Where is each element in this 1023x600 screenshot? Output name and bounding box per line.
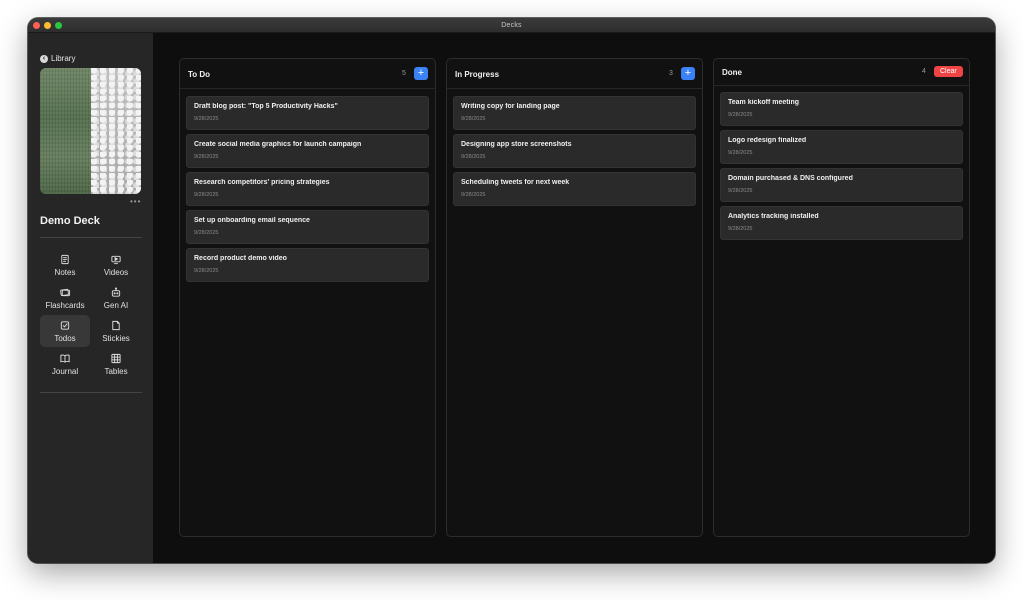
add-card-button[interactable]: + xyxy=(414,67,428,80)
window-controls xyxy=(33,22,62,29)
clear-done-button[interactable]: Clear xyxy=(934,66,963,77)
nav-label-stickies: Stickies xyxy=(102,333,130,343)
card-date: 9/28/2025 xyxy=(194,192,219,198)
nav-label-journal: Journal xyxy=(51,366,79,376)
card-title: Draft blog post: "Top 5 Productivity Hac… xyxy=(194,103,338,110)
column-count: 3 xyxy=(669,70,673,77)
column-to-do: To Do 5 + Draft blog post: "Top 5 Produc… xyxy=(179,58,436,537)
nav-item-notes[interactable]: Notes xyxy=(40,249,90,281)
card-title: Create social media graphics for launch … xyxy=(194,141,362,148)
card-date: 9/28/2025 xyxy=(461,154,486,160)
cover-grass-half xyxy=(40,68,91,194)
back-link-label: Library xyxy=(51,54,76,63)
todo-card[interactable]: Domain purchased & DNS configured 9/28/2… xyxy=(720,168,963,202)
nav-label-tables: Tables xyxy=(104,366,128,376)
add-card-button[interactable]: + xyxy=(681,67,695,80)
column-header: To Do 5 + xyxy=(180,59,435,89)
card-title: Logo redesign finalized xyxy=(728,137,807,144)
nav-item-stickies[interactable]: Stickies xyxy=(91,315,141,347)
nav-label-flashcards: Flashcards xyxy=(45,300,85,310)
nav-label-todos: Todos xyxy=(54,333,76,343)
nav-label-videos: Videos xyxy=(103,267,129,277)
card-date: 9/28/2025 xyxy=(728,112,753,118)
kanban-board: To Do 5 + Draft blog post: "Top 5 Produc… xyxy=(153,33,995,563)
back-arrow-icon: ‹ xyxy=(40,54,48,63)
card-title: Analytics tracking installed xyxy=(728,213,819,220)
sidebar-divider xyxy=(40,392,142,393)
sidebar: ‹ Library ••• Demo Deck Notes Videos Fla… xyxy=(28,33,153,563)
todo-card[interactable]: Scheduling tweets for next week 9/28/202… xyxy=(453,172,696,206)
column-count: 5 xyxy=(402,70,406,77)
card-list: Team kickoff meeting 9/28/2025 Logo rede… xyxy=(720,92,963,244)
title-bar: Decks xyxy=(28,18,995,33)
nav-item-journal[interactable]: Journal xyxy=(40,348,90,380)
todo-card[interactable]: Logo redesign finalized 9/28/2025 xyxy=(720,130,963,164)
window-title: Decks xyxy=(501,21,522,29)
card-date: 9/28/2025 xyxy=(461,192,486,198)
card-date: 9/28/2025 xyxy=(194,230,219,236)
close-window-button[interactable] xyxy=(33,22,40,29)
todo-card[interactable]: Create social media graphics for launch … xyxy=(186,134,429,168)
column-in-progress: In Progress 3 + Writing copy for landing… xyxy=(446,58,703,537)
sidebar-divider xyxy=(40,237,142,238)
card-title: Record product demo video xyxy=(194,255,287,262)
column-title: In Progress xyxy=(455,70,500,79)
more-options-button[interactable]: ••• xyxy=(130,197,141,206)
card-title: Research competitors' pricing strategies xyxy=(194,179,330,186)
card-title: Team kickoff meeting xyxy=(728,99,800,106)
nav-item-videos[interactable]: Videos xyxy=(91,249,141,281)
app-window: Decks ‹ Library ••• Demo Deck Notes Vide… xyxy=(28,18,995,563)
card-date: 9/28/2025 xyxy=(728,150,753,156)
notes-icon xyxy=(61,254,69,264)
videos-icon xyxy=(111,255,121,264)
card-date: 9/28/2025 xyxy=(194,116,219,122)
card-date: 9/28/2025 xyxy=(728,226,753,232)
todo-card[interactable]: Draft blog post: "Top 5 Productivity Hac… xyxy=(186,96,429,130)
checkbox-icon xyxy=(60,320,70,330)
todo-card[interactable]: Research competitors' pricing strategies… xyxy=(186,172,429,206)
table-icon xyxy=(111,353,121,363)
sticky-note-icon xyxy=(112,320,120,330)
todo-card[interactable]: Team kickoff meeting 9/28/2025 xyxy=(720,92,963,126)
nav-item-gen-ai[interactable]: Gen AI xyxy=(91,282,141,314)
back-to-library-link[interactable]: ‹ Library xyxy=(40,54,75,63)
card-list: Writing copy for landing page 9/28/2025 … xyxy=(453,96,696,210)
cover-pebbles-half xyxy=(90,68,141,194)
card-date: 9/28/2025 xyxy=(728,188,753,194)
nav-item-tables[interactable]: Tables xyxy=(91,348,141,380)
deck-cover-image[interactable] xyxy=(40,68,141,194)
nav-item-todos[interactable]: Todos xyxy=(40,315,90,347)
column-title: To Do xyxy=(188,70,211,79)
minimize-window-button[interactable] xyxy=(44,22,51,29)
nav-item-flashcards[interactable]: Flashcards xyxy=(40,282,90,314)
deck-title: Demo Deck xyxy=(40,215,100,227)
todo-card[interactable]: Set up onboarding email sequence 9/28/20… xyxy=(186,210,429,244)
todo-card[interactable]: Analytics tracking installed 9/28/2025 xyxy=(720,206,963,240)
todo-card[interactable]: Designing app store screenshots 9/28/202… xyxy=(453,134,696,168)
robot-icon xyxy=(111,286,121,297)
column-count: 4 xyxy=(922,68,926,75)
card-title: Set up onboarding email sequence xyxy=(194,217,310,224)
book-icon xyxy=(60,354,70,363)
card-date: 9/28/2025 xyxy=(461,116,486,122)
card-date: 9/28/2025 xyxy=(194,154,219,160)
column-done: Done 4 Clear Team kickoff meeting 9/28/2… xyxy=(713,58,970,537)
card-title: Scheduling tweets for next week xyxy=(461,179,570,186)
card-date: 9/28/2025 xyxy=(194,268,219,274)
column-header: In Progress 3 + xyxy=(447,59,702,89)
card-title: Domain purchased & DNS configured xyxy=(728,175,853,182)
card-list: Draft blog post: "Top 5 Productivity Hac… xyxy=(186,96,429,286)
card-title: Writing copy for landing page xyxy=(461,103,560,110)
nav-label-gen-ai: Gen AI xyxy=(103,300,129,310)
column-header: Done 4 Clear xyxy=(714,59,969,86)
column-title: Done xyxy=(722,68,742,77)
todo-card[interactable]: Writing copy for landing page 9/28/2025 xyxy=(453,96,696,130)
todo-card[interactable]: Record product demo video 9/28/2025 xyxy=(186,248,429,282)
flashcards-icon xyxy=(60,288,71,296)
deck-tools-nav: Notes Videos Flashcards Gen AI Todos Sti… xyxy=(40,249,142,380)
zoom-window-button[interactable] xyxy=(55,22,62,29)
nav-label-notes: Notes xyxy=(54,267,76,277)
card-title: Designing app store screenshots xyxy=(461,141,572,148)
